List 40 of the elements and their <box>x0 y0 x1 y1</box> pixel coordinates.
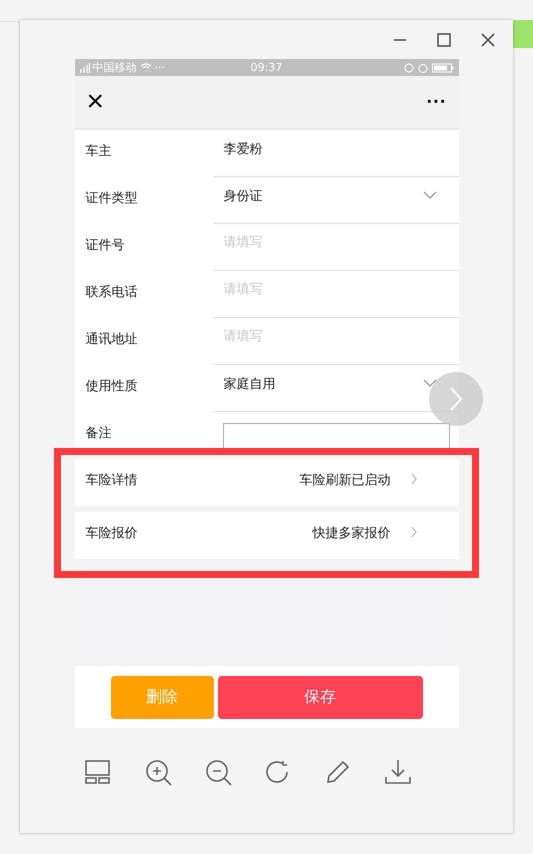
insurance-item[interactable]: 车险详情 车险刷新已启动 <box>74 459 458 506</box>
item-value: 车险刷新已启动 <box>300 472 390 489</box>
close-icon[interactable] <box>481 32 495 46</box>
input-field[interactable]: 请填写 <box>214 235 424 250</box>
field-label: 联系电话 <box>84 284 138 302</box>
input-field[interactable]: 请填写 <box>214 329 424 344</box>
item-value: 快捷多家报价 <box>312 525 390 542</box>
battery-icon <box>432 62 454 72</box>
insurance-item[interactable]: 车险报价 快捷多家报价 <box>74 512 458 559</box>
input-field[interactable]: 李爱粉 <box>214 141 424 156</box>
zoom-out-icon <box>204 758 232 786</box>
status-dots: ··· <box>154 61 165 74</box>
signal-icon <box>80 62 90 72</box>
field-label: 证件号 <box>84 237 126 255</box>
download-icon <box>385 759 411 785</box>
carrier-name: 中国移动 <box>92 60 136 75</box>
close-button[interactable]: × <box>86 87 104 117</box>
wifi-icon <box>140 63 152 72</box>
item-label: 车险详情 <box>86 472 138 489</box>
select-field[interactable]: 家庭自用 <box>214 376 424 391</box>
item-label: 车险报价 <box>86 525 138 542</box>
maximize-icon[interactable] <box>437 32 451 46</box>
status-time: 09:37 <box>250 61 282 74</box>
input-field[interactable]: 请填写 <box>214 282 424 297</box>
more-button[interactable]: ··· <box>426 92 446 112</box>
select-field[interactable]: 身份证 <box>214 188 424 203</box>
chevron-right-icon <box>448 386 462 412</box>
chevron-down-icon <box>422 191 436 199</box>
field-label: 使用性质 <box>84 378 138 396</box>
chevron-right-icon <box>410 473 416 485</box>
field-label: 备注 <box>84 425 112 443</box>
field-label: 通讯地址 <box>84 331 138 349</box>
thumbnails-icon <box>85 760 111 784</box>
rotate-icon <box>266 760 290 784</box>
chevron-right-icon <box>410 526 416 538</box>
chevron-down-icon <box>422 379 436 387</box>
field-label: 车主 <box>84 143 112 161</box>
field-label: 证件类型 <box>84 190 138 208</box>
zoom-in-icon <box>144 758 172 786</box>
pencil-icon <box>326 760 350 784</box>
